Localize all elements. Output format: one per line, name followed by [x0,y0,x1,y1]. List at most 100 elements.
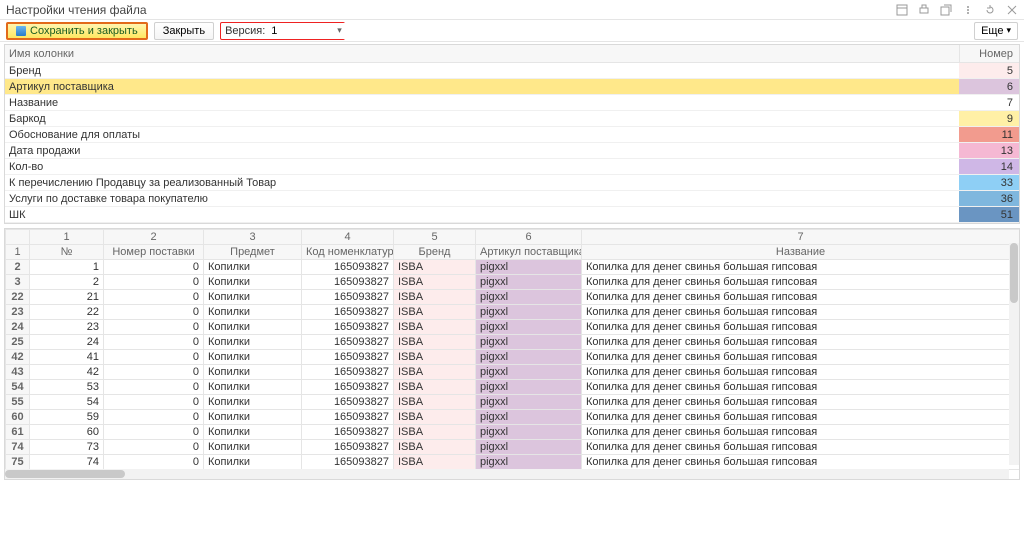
cell[interactable]: Копилки [204,380,302,395]
cell[interactable]: 0 [104,440,204,455]
cell[interactable]: 0 [104,320,204,335]
cell[interactable]: Копилка для денег свинья большая гипсова… [582,455,1020,470]
cell[interactable]: pigxxl [476,380,582,395]
cell[interactable]: Копилка для денег свинья большая гипсова… [582,275,1020,290]
cell[interactable]: Копилки [204,335,302,350]
header-cell[interactable]: Номер поставки [104,245,204,260]
table-row[interactable]: 23220Копилки165093827ISBApigxxlКопилка д… [6,305,1020,320]
cell[interactable]: 165093827 [302,290,394,305]
cell[interactable]: Копилки [204,350,302,365]
cell[interactable]: 59 [30,410,104,425]
cell[interactable]: 0 [104,260,204,275]
header-cell[interactable]: Артикул поставщика [476,245,582,260]
cell[interactable]: pigxxl [476,425,582,440]
table-row[interactable]: 54530Копилки165093827ISBApigxxlКопилка д… [6,380,1020,395]
row-number[interactable]: 60 [6,410,30,425]
cell[interactable]: Копилка для денег свинья большая гипсова… [582,425,1020,440]
cell[interactable]: pigxxl [476,410,582,425]
cell[interactable]: Копилки [204,290,302,305]
table-row[interactable]: 24230Копилки165093827ISBApigxxlКопилка д… [6,320,1020,335]
cell[interactable]: pigxxl [476,335,582,350]
row-number[interactable]: 2 [6,260,30,275]
col-label[interactable]: 1 [30,230,104,245]
row-number[interactable]: 55 [6,395,30,410]
row-number[interactable]: 3 [6,275,30,290]
row-number[interactable]: 22 [6,290,30,305]
print-icon[interactable] [918,4,930,16]
cell[interactable]: 0 [104,425,204,440]
cell[interactable]: Копилки [204,305,302,320]
table-row[interactable]: 60590Копилки165093827ISBApigxxlКопилка д… [6,410,1020,425]
help-icon[interactable] [962,4,974,16]
cell[interactable]: ISBA [394,425,476,440]
cell[interactable]: 165093827 [302,410,394,425]
col-label[interactable]: 7 [582,230,1020,245]
cell[interactable]: ISBA [394,350,476,365]
cell[interactable]: 165093827 [302,425,394,440]
refresh-icon[interactable] [984,4,996,16]
cell[interactable]: Копилка для денег свинья большая гипсова… [582,395,1020,410]
cell[interactable]: 0 [104,455,204,470]
cell[interactable]: 165093827 [302,260,394,275]
cell[interactable]: 0 [104,365,204,380]
table-row[interactable]: 210Копилки165093827ISBApigxxlКопилка для… [6,260,1020,275]
cell[interactable]: 0 [104,350,204,365]
row-number[interactable]: 74 [6,440,30,455]
col-label[interactable]: 4 [302,230,394,245]
cell[interactable]: 53 [30,380,104,395]
row-number[interactable]: 25 [6,335,30,350]
table-row[interactable]: 320Копилки165093827ISBApigxxlКопилка для… [6,275,1020,290]
cell[interactable]: ISBA [394,395,476,410]
cell[interactable]: 0 [104,275,204,290]
cell[interactable]: pigxxl [476,290,582,305]
cell[interactable]: 0 [104,380,204,395]
cell[interactable]: 165093827 [302,275,394,290]
col-label[interactable]: 5 [394,230,476,245]
cell[interactable]: 2 [30,275,104,290]
cell[interactable]: Копилка для денег свинья большая гипсова… [582,350,1020,365]
cell[interactable]: 165093827 [302,305,394,320]
columns-list-row[interactable]: Кол-во14 [5,159,1019,175]
cell[interactable]: ISBA [394,380,476,395]
cell[interactable]: Копилки [204,440,302,455]
cell[interactable]: Копилки [204,260,302,275]
cell[interactable]: 54 [30,395,104,410]
table-row[interactable]: 22210Копилки165093827ISBApigxxlКопилка д… [6,290,1020,305]
cell[interactable]: 0 [104,335,204,350]
cell[interactable]: ISBA [394,440,476,455]
row-number[interactable]: 42 [6,350,30,365]
table-row[interactable]: 74730Копилки165093827ISBApigxxlКопилка д… [6,440,1020,455]
columns-list-row[interactable]: ШК51 [5,207,1019,223]
row-number[interactable]: 23 [6,305,30,320]
cell[interactable]: Копилка для денег свинья большая гипсова… [582,440,1020,455]
columns-list-row[interactable]: Артикул поставщика6 [5,79,1019,95]
cell[interactable]: Копилка для денег свинья большая гипсова… [582,365,1020,380]
cell[interactable]: pigxxl [476,275,582,290]
cell[interactable]: Копилки [204,425,302,440]
table-row[interactable]: 55540Копилки165093827ISBApigxxlКопилка д… [6,395,1020,410]
cell[interactable]: pigxxl [476,440,582,455]
cell[interactable]: Копилки [204,320,302,335]
cell[interactable]: pigxxl [476,260,582,275]
cell[interactable]: ISBA [394,305,476,320]
cell[interactable]: 165093827 [302,455,394,470]
cell[interactable]: 1 [30,260,104,275]
columns-list-row[interactable]: К перечислению Продавцу за реализованный… [5,175,1019,191]
table-row[interactable]: 25240Копилки165093827ISBApigxxlКопилка д… [6,335,1020,350]
cell[interactable]: 74 [30,455,104,470]
row-number[interactable]: 75 [6,455,30,470]
cell[interactable]: 0 [104,410,204,425]
cell[interactable]: Копилки [204,455,302,470]
row-number[interactable]: 61 [6,425,30,440]
cell[interactable]: Копилка для денег свинья большая гипсова… [582,320,1020,335]
header-cell[interactable]: Предмет [204,245,302,260]
cell[interactable]: 22 [30,305,104,320]
cell[interactable]: 24 [30,335,104,350]
cell[interactable]: pigxxl [476,395,582,410]
cell[interactable]: Копилка для денег свинья большая гипсова… [582,305,1020,320]
cell[interactable]: Копилки [204,395,302,410]
header-cell[interactable]: Бренд [394,245,476,260]
cell[interactable]: ISBA [394,275,476,290]
cell[interactable]: Копилки [204,275,302,290]
columns-list-row[interactable]: Дата продажи13 [5,143,1019,159]
